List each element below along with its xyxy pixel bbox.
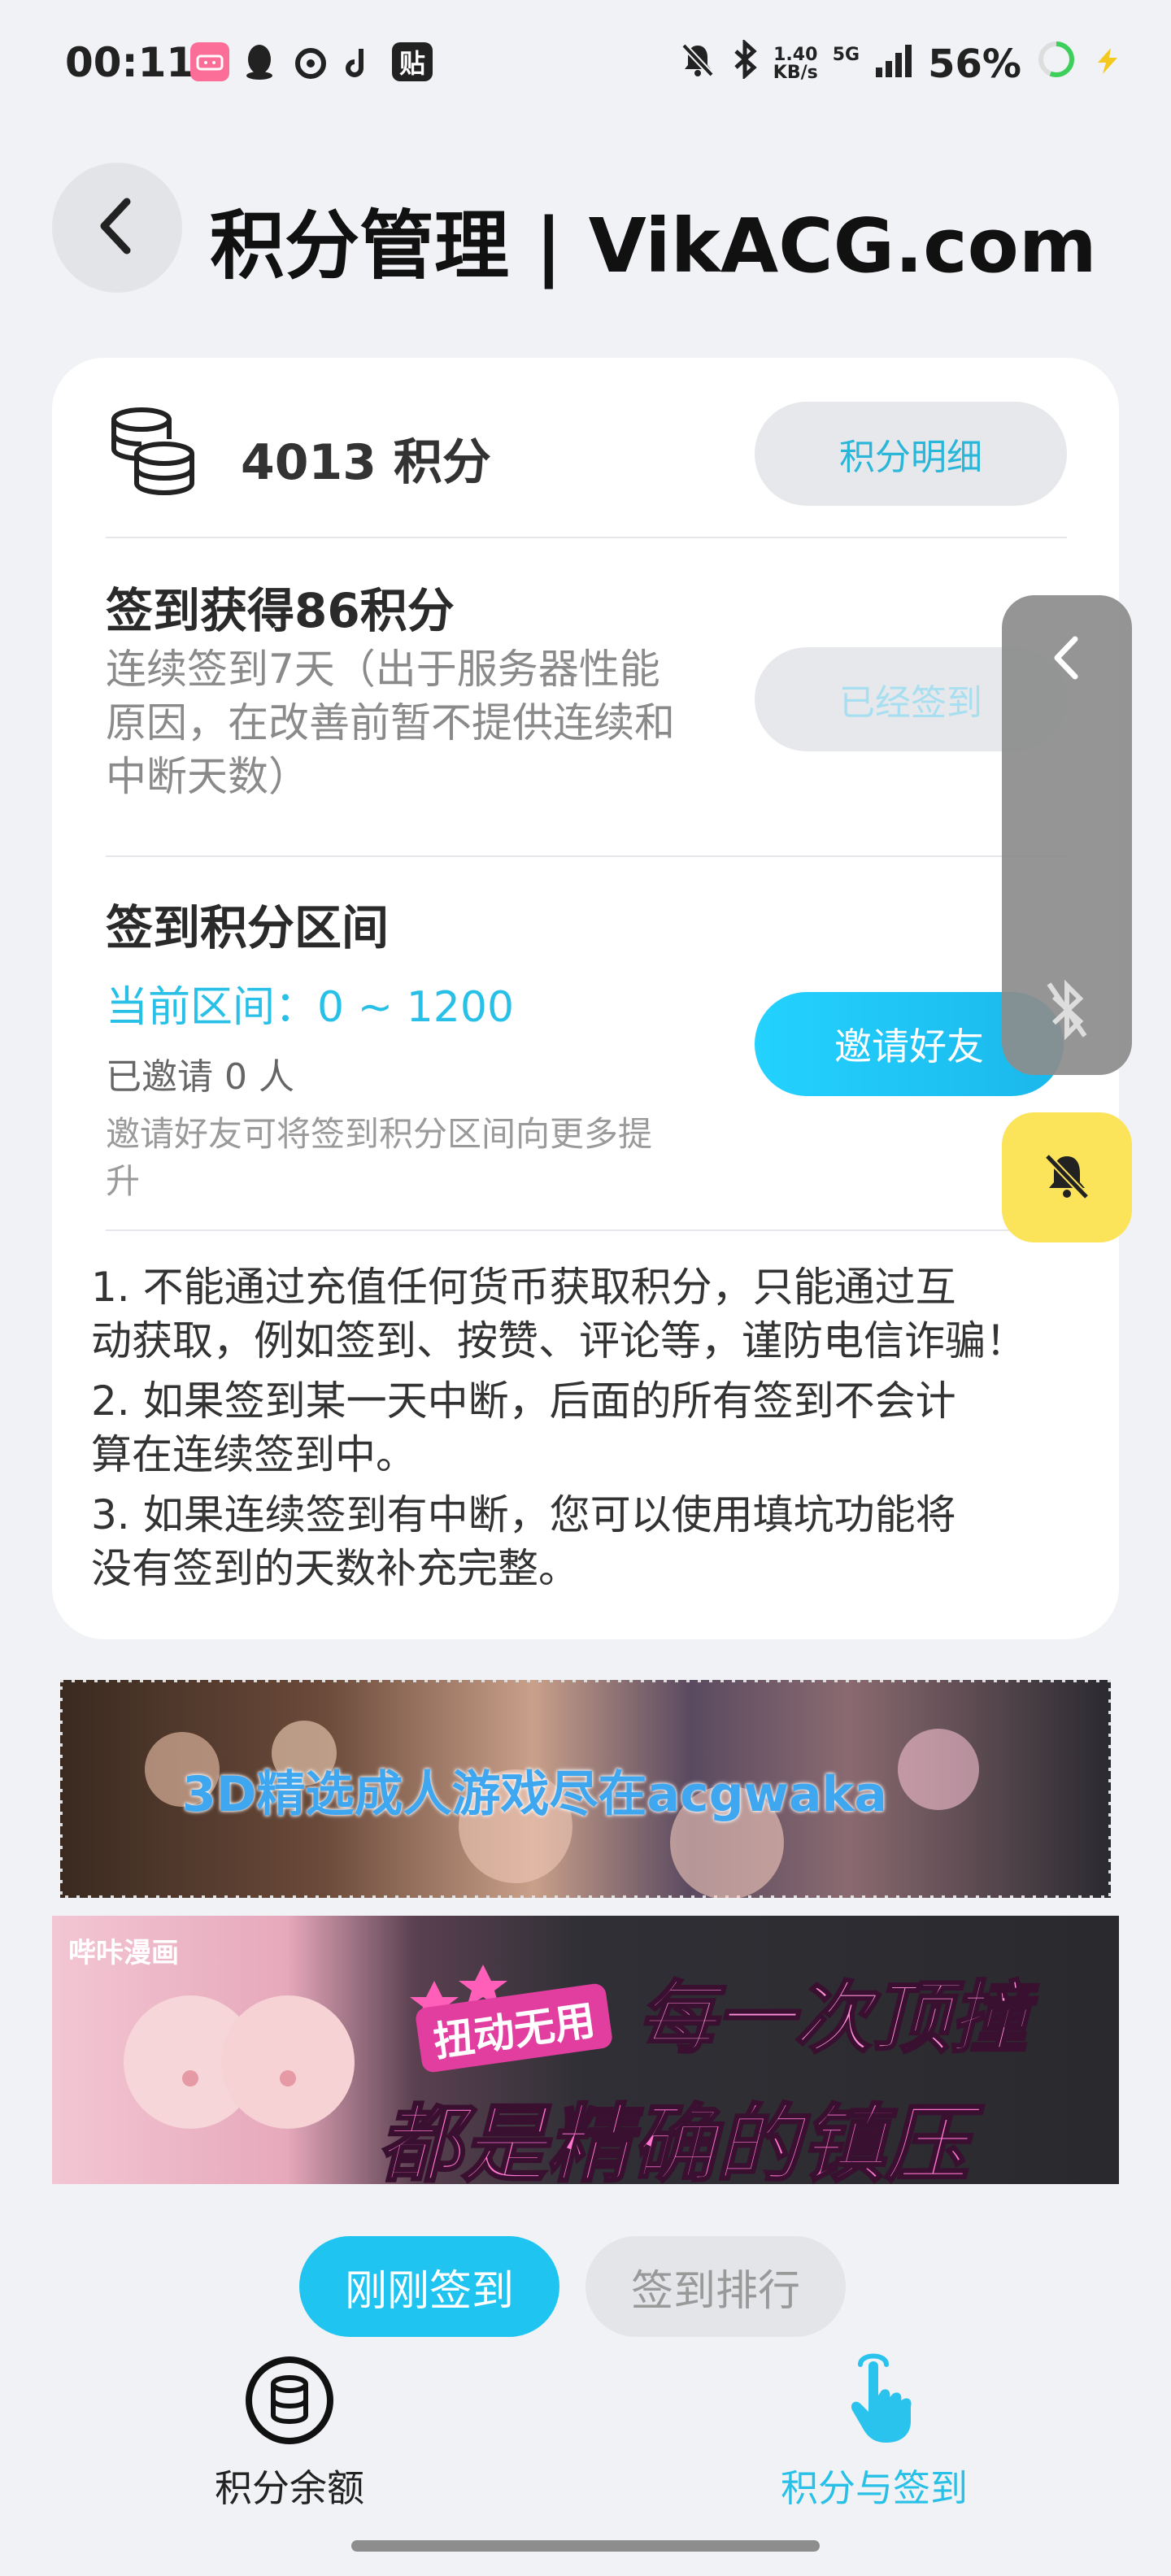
nav-balance-label[interactable]: 积分余额 bbox=[215, 2459, 364, 2513]
tieba-app-icon: 贴 bbox=[392, 42, 433, 81]
tiktok-app-icon bbox=[342, 42, 377, 81]
collapse-chevron-icon[interactable] bbox=[1044, 629, 1090, 690]
page-title: 积分管理 | VikACG.com bbox=[210, 202, 1097, 289]
home-indicator[interactable] bbox=[351, 2540, 820, 2552]
ad-banner-picacomic[interactable]: 哔咔漫画 扭动无用 每一次顶撞 都是精确的镇压 bbox=[52, 1916, 1119, 2184]
bell-off-icon bbox=[1041, 1150, 1093, 1205]
tab-just-checked-in[interactable]: 刚刚签到 bbox=[299, 2236, 559, 2337]
rules-list: 1. 不能通过充值任何货币获取积分，只能通过互 动获取，例如签到、按赞、评论等，谨… bbox=[91, 1260, 1108, 1595]
rule-item: 3. 如果连续签到有中断，您可以使用填坑功能将 没有签到的天数补充完整。 bbox=[91, 1491, 956, 1592]
coin-circle-icon[interactable] bbox=[244, 2355, 335, 2449]
signal-icon bbox=[874, 41, 913, 87]
range-title: 签到积分区间 bbox=[106, 900, 390, 955]
rule-item: 1. 不能通过充值任何货币获取积分，只能通过互 动获取，例如签到、按赞、评论等，谨… bbox=[91, 1264, 1026, 1364]
ad-banner-acgwaka[interactable]: 3D精选成人游戏尽在acgwaka bbox=[60, 1680, 1111, 1898]
status-right: 1.40 KB/s 5G 56% bbox=[679, 38, 1124, 89]
current-range: 当前区间：0 ~ 1200 bbox=[106, 983, 515, 1032]
battery-percent: 56% bbox=[928, 41, 1021, 87]
divider bbox=[106, 1229, 1067, 1231]
banner2-line1: 每一次顶撞 bbox=[637, 1972, 1030, 2065]
points-detail-button[interactable]: 积分明细 bbox=[755, 402, 1067, 506]
banner2-logo: 哔咔漫画 bbox=[68, 1937, 179, 1969]
invite-hint: 邀请好友可将签到积分区间向更多提 升 bbox=[106, 1114, 653, 1201]
hand-pointer-icon[interactable] bbox=[833, 2350, 930, 2451]
charging-icon bbox=[1091, 41, 1124, 87]
nav-points-checkin-label[interactable]: 积分与签到 bbox=[781, 2459, 968, 2513]
mute-toggle-button[interactable] bbox=[1002, 1112, 1132, 1242]
banner1-text: 3D精选成人游戏尽在acgwaka bbox=[182, 1766, 887, 1823]
checkin-title: 签到获得86积分 bbox=[106, 583, 455, 638]
battery-ring-icon bbox=[1036, 39, 1077, 89]
network-type: 5G bbox=[832, 44, 860, 65]
divider bbox=[106, 855, 1067, 857]
netease-app-icon bbox=[291, 42, 330, 81]
floating-panel[interactable] bbox=[1002, 595, 1132, 1075]
bilibili-app-icon bbox=[190, 42, 229, 81]
back-button[interactable] bbox=[52, 163, 182, 293]
bluetooth-icon bbox=[731, 38, 759, 89]
status-time: 00:11 bbox=[65, 39, 195, 86]
tab-checkin-ranking[interactable]: 签到排行 bbox=[586, 2236, 846, 2337]
checkin-desc: 连续签到7天（出于服务器性能 原因，在改善前暂不提供连续和 中断天数） bbox=[106, 646, 675, 800]
qq-app-icon bbox=[241, 42, 278, 81]
bluetooth-off-icon[interactable] bbox=[1043, 977, 1091, 1046]
points-balance: 4013 积分 bbox=[241, 434, 491, 491]
bell-off-icon bbox=[679, 41, 716, 88]
back-chevron-icon bbox=[93, 194, 141, 262]
rule-item: 2. 如果签到某一天中断，后面的所有签到不会计 算在连续签到中。 bbox=[91, 1377, 956, 1478]
banner2-line2: 都是精确的镇压 bbox=[376, 2094, 970, 2185]
coins-icon bbox=[106, 403, 197, 504]
invited-count: 已邀请 0 人 bbox=[106, 1056, 294, 1098]
divider bbox=[106, 537, 1067, 538]
network-speed: 1.40 KB/s bbox=[773, 45, 818, 83]
